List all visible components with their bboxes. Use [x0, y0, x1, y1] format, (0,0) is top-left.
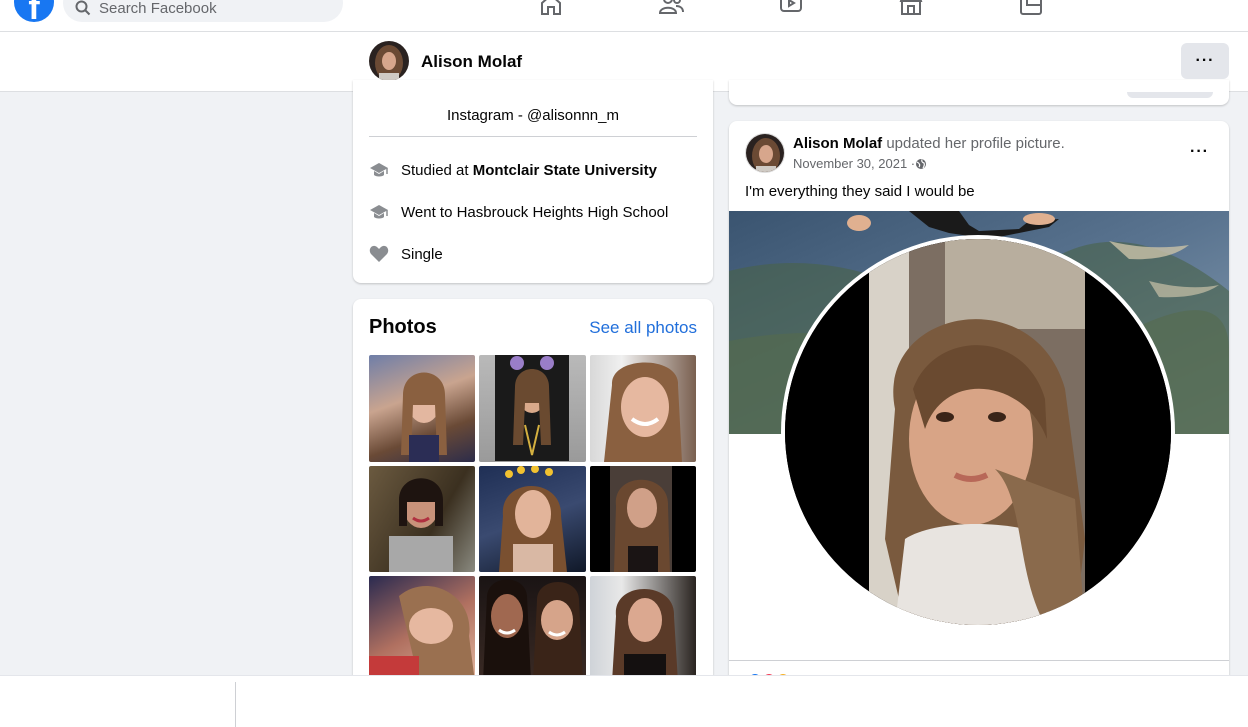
intro-item-relationship: Single [369, 244, 443, 264]
post-author-name[interactable]: Alison Molaf [793, 135, 882, 152]
post-action-text: updated her profile picture. [882, 135, 1065, 152]
intro-item-label: Single [401, 245, 443, 263]
intro-item-label: Studied at Montclair State University [401, 161, 657, 179]
photo-thumbnail[interactable] [369, 576, 475, 682]
bottom-bar [0, 675, 1248, 727]
photo-thumbnail[interactable] [590, 576, 696, 682]
see-all-photos-link[interactable]: See all photos [589, 318, 697, 338]
more-options-button[interactable]: ··· [1181, 43, 1229, 79]
intro-card: Instagram - @alisonnn_m Studied at Montc… [353, 80, 713, 283]
intro-item-high-school: Went to Hasbrouck Heights High School [369, 202, 668, 222]
globe-icon[interactable] [915, 158, 927, 170]
profile-picture[interactable] [781, 235, 1175, 629]
post-text: I'm everything they said I would be [745, 183, 975, 200]
photo-thumbnail[interactable] [479, 355, 586, 462]
post-header: Alison Molaf updated her profile picture… [793, 135, 1065, 152]
avatar[interactable] [369, 41, 409, 81]
photo-grid [369, 355, 696, 682]
previous-post-card [729, 80, 1229, 105]
post-meta: November 30, 2021 · [793, 156, 927, 171]
graduation-cap-icon [369, 160, 389, 180]
previous-post-button[interactable] [1127, 92, 1213, 98]
post-date[interactable]: November 30, 2021 · [793, 156, 915, 171]
divider [369, 136, 697, 137]
intro-item-education: Studied at Montclair State University [369, 160, 657, 180]
marketplace-icon[interactable] [898, 0, 924, 16]
post-author-avatar[interactable] [745, 133, 785, 173]
search-icon [75, 0, 91, 16]
photo-thumbnail[interactable] [590, 466, 696, 572]
graduation-cap-icon [369, 202, 389, 222]
post-divider [729, 660, 1229, 661]
watch-icon[interactable] [778, 0, 804, 16]
facebook-logo-letter: f [28, 0, 40, 22]
heart-icon [369, 244, 389, 264]
photo-thumbnail[interactable] [369, 466, 475, 572]
university-link[interactable]: Montclair State University [473, 162, 657, 179]
post-options-button[interactable]: ··· [1190, 143, 1209, 161]
photo-thumbnail[interactable] [369, 355, 475, 462]
friends-icon[interactable] [658, 0, 684, 16]
home-icon[interactable] [538, 0, 564, 16]
search-box[interactable] [63, 0, 343, 22]
photo-thumbnail[interactable] [590, 355, 696, 462]
photos-title[interactable]: Photos [369, 316, 437, 339]
facebook-logo-icon[interactable]: f [14, 0, 54, 22]
gaming-icon[interactable] [1018, 0, 1044, 16]
photo-thumbnail[interactable] [479, 576, 586, 682]
intro-item-label: Went to Hasbrouck Heights High School [401, 203, 669, 221]
profile-picture-post: Alison Molaf updated her profile picture… [729, 121, 1229, 721]
instagram-link[interactable]: Instagram - @alisonnn_m [353, 107, 713, 124]
search-input[interactable] [99, 0, 319, 17]
bottom-bar-divider [235, 682, 236, 727]
top-navigation-bar: f [0, 0, 1248, 32]
profile-name[interactable]: Alison Molaf [421, 52, 522, 72]
photo-thumbnail[interactable] [479, 466, 586, 572]
photos-card: Photos See all photos [353, 299, 713, 699]
